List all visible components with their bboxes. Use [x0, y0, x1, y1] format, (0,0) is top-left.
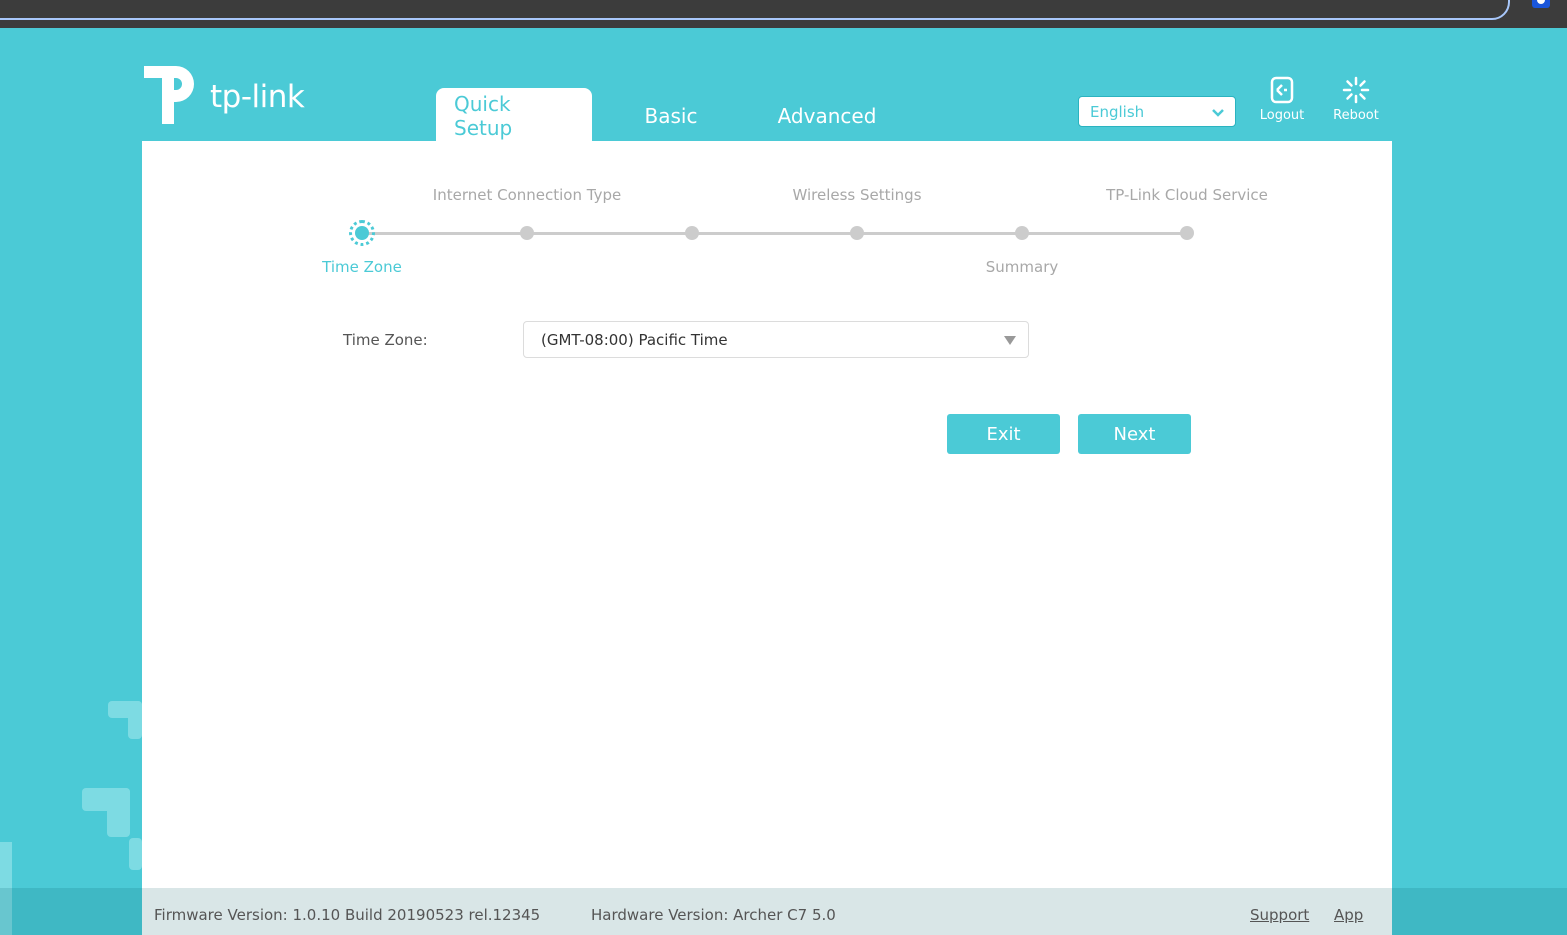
tp-link-logo: tp-link	[142, 64, 305, 126]
main-content-card: Time Zone Internet Connection Type Wirel…	[142, 141, 1392, 888]
language-selected-value: English	[1090, 102, 1145, 121]
step-label-internet-connection-type: Internet Connection Type	[432, 186, 622, 204]
step-dot-internet-connection-type	[520, 226, 534, 240]
step-label-time-zone: Time Zone	[322, 258, 402, 276]
language-select[interactable]: English	[1078, 96, 1236, 127]
logo-text: tp-link	[210, 79, 305, 115]
reboot-button[interactable]: Reboot	[1332, 76, 1380, 123]
decor-tile	[0, 842, 12, 892]
main-tabs: Quick Setup Basic Advanced	[436, 88, 904, 141]
tab-basic[interactable]: Basic	[592, 88, 750, 141]
decor-tile	[128, 701, 142, 739]
step-label-wireless-settings: Wireless Settings	[792, 186, 922, 204]
logout-icon	[1270, 76, 1294, 104]
footer-decor	[0, 888, 12, 935]
decor-tile	[129, 838, 142, 870]
tab-advanced[interactable]: Advanced	[750, 88, 904, 141]
step-dot-3	[685, 226, 699, 240]
exit-button[interactable]: Exit	[947, 414, 1060, 454]
tp-link-logo-icon	[144, 66, 194, 124]
step-dot-time-zone	[349, 220, 375, 246]
dropdown-arrow-icon	[1004, 336, 1016, 345]
decor-tile	[107, 788, 130, 837]
support-link[interactable]: Support	[1250, 906, 1309, 924]
reboot-icon	[1342, 76, 1370, 104]
chevron-down-icon	[1212, 109, 1224, 117]
time-zone-select[interactable]: (GMT-08:00) Pacific Time	[523, 321, 1029, 358]
step-dot-tp-link-cloud-service	[1180, 226, 1194, 240]
step-label-summary: Summary	[985, 258, 1059, 276]
tab-quick-setup[interactable]: Quick Setup	[436, 88, 592, 141]
footer: Firmware Version: 1.0.10 Build 20190523 …	[142, 888, 1392, 935]
browser-url-bar: http://192.168.1.1/webpages_c7v5_2022041…	[0, 0, 1567, 28]
logout-label: Logout	[1259, 108, 1305, 123]
logout-button[interactable]: Logout	[1258, 76, 1306, 123]
time-zone-label: Time Zone:	[343, 331, 428, 349]
reboot-label: Reboot	[1333, 108, 1379, 123]
time-zone-selected-value: (GMT-08:00) Pacific Time	[541, 330, 728, 349]
extension-shield-icon[interactable]	[1532, 0, 1550, 8]
step-label-tp-link-cloud-service: TP-Link Cloud Service	[1106, 186, 1268, 204]
progress-line	[362, 232, 1187, 235]
next-button[interactable]: Next	[1078, 414, 1191, 454]
step-dot-wireless-settings	[850, 226, 864, 240]
firmware-version: Firmware Version: 1.0.10 Build 20190523 …	[154, 906, 541, 924]
hardware-version: Hardware Version: Archer C7 5.0	[591, 906, 836, 924]
address-bar[interactable]: http://192.168.1.1/webpages_c7v5_2022041…	[0, 0, 1510, 20]
app-link[interactable]: App	[1334, 906, 1363, 924]
step-dot-summary	[1015, 226, 1029, 240]
